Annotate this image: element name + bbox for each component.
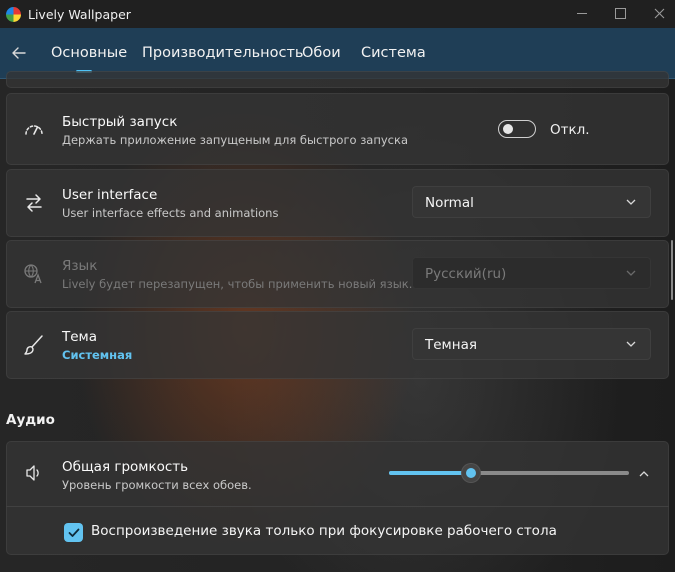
master-volume-subtitle: Уровень громкости всех обоев. xyxy=(62,478,252,492)
checkmark-icon xyxy=(68,528,79,537)
audio-section-header: Аудио xyxy=(6,412,55,428)
toggle-knob xyxy=(503,124,513,134)
language-icon xyxy=(24,264,42,284)
quick-launch-card: Быстрый запуск Держать приложение запуще… xyxy=(6,93,669,165)
speaker-icon xyxy=(26,465,39,481)
language-card: Язык Lively будет перезапущен, чтобы при… xyxy=(6,240,669,308)
tab-general[interactable]: Основные xyxy=(51,45,127,61)
chevron-up-icon[interactable] xyxy=(638,470,650,478)
user-interface-dropdown[interactable]: Normal xyxy=(412,186,651,218)
maximize-button[interactable] xyxy=(598,0,642,26)
chevron-down-icon xyxy=(626,341,636,347)
focus-audio-label: Воспроизведение звука только при фокусир… xyxy=(91,523,557,539)
language-dropdown: Русский(ru) xyxy=(412,257,651,289)
language-subtitle: Lively будет перезапущен, чтобы применит… xyxy=(62,277,413,291)
theme-title: Тема xyxy=(62,329,98,345)
maximize-icon xyxy=(614,7,626,19)
volume-slider-fill xyxy=(389,471,471,475)
chevron-down-icon xyxy=(626,199,636,205)
brush-icon xyxy=(24,335,43,355)
back-arrow-icon[interactable] xyxy=(8,42,30,64)
volume-slider[interactable] xyxy=(389,464,629,482)
speedometer-icon xyxy=(25,125,43,135)
close-icon xyxy=(654,8,664,18)
language-title: Язык xyxy=(62,258,98,274)
quick-launch-title: Быстрый запуск xyxy=(62,114,178,130)
master-volume-title: Общая громкость xyxy=(62,459,189,475)
minimize-icon xyxy=(577,12,587,14)
theme-subtitle-link[interactable]: Системная xyxy=(62,348,132,362)
user-interface-card: User interface User interface effects an… xyxy=(6,169,669,237)
quick-launch-toggle-label: Откл. xyxy=(550,122,590,138)
user-interface-subtitle: User interface effects and animations xyxy=(62,206,279,220)
swap-arrows-icon xyxy=(26,194,42,212)
user-interface-selected-value: Normal xyxy=(425,195,474,211)
language-selected-value: Русский(ru) xyxy=(425,266,507,282)
focus-audio-card: Воспроизведение звука только при фокусир… xyxy=(6,506,669,555)
volume-slider-thumb[interactable] xyxy=(461,464,480,482)
tab-wallpaper[interactable]: Обои xyxy=(302,45,341,61)
tab-system[interactable]: Система xyxy=(361,45,426,61)
previous-setting-card xyxy=(6,71,669,88)
master-volume-card: Общая громкость Уровень громкости всех о… xyxy=(6,441,669,507)
theme-dropdown[interactable]: Темная xyxy=(412,328,651,360)
scrollbar[interactable] xyxy=(671,240,673,300)
title-bar: Lively Wallpaper xyxy=(0,0,675,28)
window-title: Lively Wallpaper xyxy=(28,6,131,22)
quick-launch-toggle[interactable] xyxy=(498,120,536,138)
app-logo-icon xyxy=(6,6,21,22)
user-interface-title: User interface xyxy=(62,187,158,203)
close-button[interactable] xyxy=(637,0,675,26)
focus-audio-checkbox[interactable] xyxy=(64,523,83,542)
chevron-down-icon xyxy=(626,270,636,276)
tab-performance[interactable]: Производительность xyxy=(142,45,303,61)
theme-card: Тема Системная Темная xyxy=(6,311,669,379)
quick-launch-subtitle: Держать приложение запущеным для быстрог… xyxy=(62,133,408,147)
theme-selected-value: Темная xyxy=(425,337,477,353)
